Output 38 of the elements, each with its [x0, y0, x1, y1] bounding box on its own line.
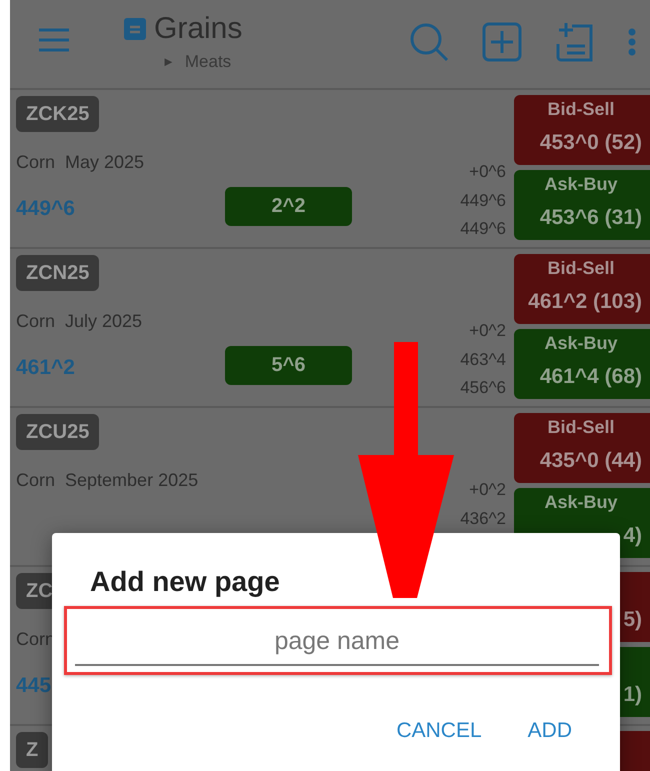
net-change: +0^2 [469, 320, 506, 342]
net-change: +0^6 [469, 161, 506, 183]
search-icon[interactable] [409, 22, 449, 62]
ticker-label: ZCK25 [16, 96, 100, 132]
ask-buy-button[interactable]: Ask-Buy 461^4 (68) [514, 329, 650, 399]
high-price: 436^2 [460, 508, 506, 530]
change-label: 5^6 [225, 346, 352, 385]
net-change: +0^2 [469, 479, 506, 501]
last-price: 461^2 [16, 356, 75, 380]
ticker-label: ZCN25 [16, 255, 100, 291]
cancel-button[interactable]: CANCEL [396, 719, 482, 743]
contract-row[interactable]: ZCK25 Corn May 2025 449^6 2^2 +0^6 449^6 449^6 Bid-Sell 453^0 (52) Ask-Buy 453^6 (31) [10, 90, 650, 249]
add-list-icon[interactable] [555, 22, 595, 62]
change-label: 2^2 [225, 187, 352, 226]
document-icon [124, 18, 146, 40]
add-icon[interactable] [482, 22, 522, 62]
ask-buy-button[interactable]: Ask-Buy 453^6 (31) [514, 170, 650, 240]
add-button[interactable]: ADD [528, 719, 572, 743]
low-price: 456^6 [460, 377, 506, 399]
contract-name: Corn July 2025 [16, 311, 142, 332]
low-price: 449^6 [460, 218, 506, 240]
last-price: 445 [16, 674, 52, 698]
bid-sell-button[interactable]: Bid-Sell 435^0 (44) [514, 413, 650, 483]
dialog-title: Add new page [90, 566, 281, 598]
ticker-label: Z [16, 732, 48, 768]
contract-name: Corn September 2025 [16, 470, 198, 491]
triangle-icon: ► [162, 52, 175, 72]
contract-row[interactable]: ZCN25 Corn July 2025 461^2 5^6 +0^2 463^4 456^6 Bid-Sell 461^2 (103) Ask-Buy 461^4 (68) [10, 249, 650, 408]
bid-sell-button[interactable]: Bid-Sell 453^0 (52) [514, 95, 650, 165]
more-icon[interactable] [628, 28, 636, 56]
ticker-label: ZCU25 [16, 414, 100, 450]
page-title[interactable]: Grains [154, 12, 242, 46]
last-price: 449^6 [16, 197, 75, 221]
high-price: 449^6 [460, 190, 506, 212]
high-price: 463^4 [460, 348, 506, 370]
menu-icon[interactable] [38, 28, 70, 52]
bid-sell-button[interactable]: Bid-Sell 461^2 (103) [514, 254, 650, 324]
contract-name: Corn May 2025 [16, 152, 144, 173]
